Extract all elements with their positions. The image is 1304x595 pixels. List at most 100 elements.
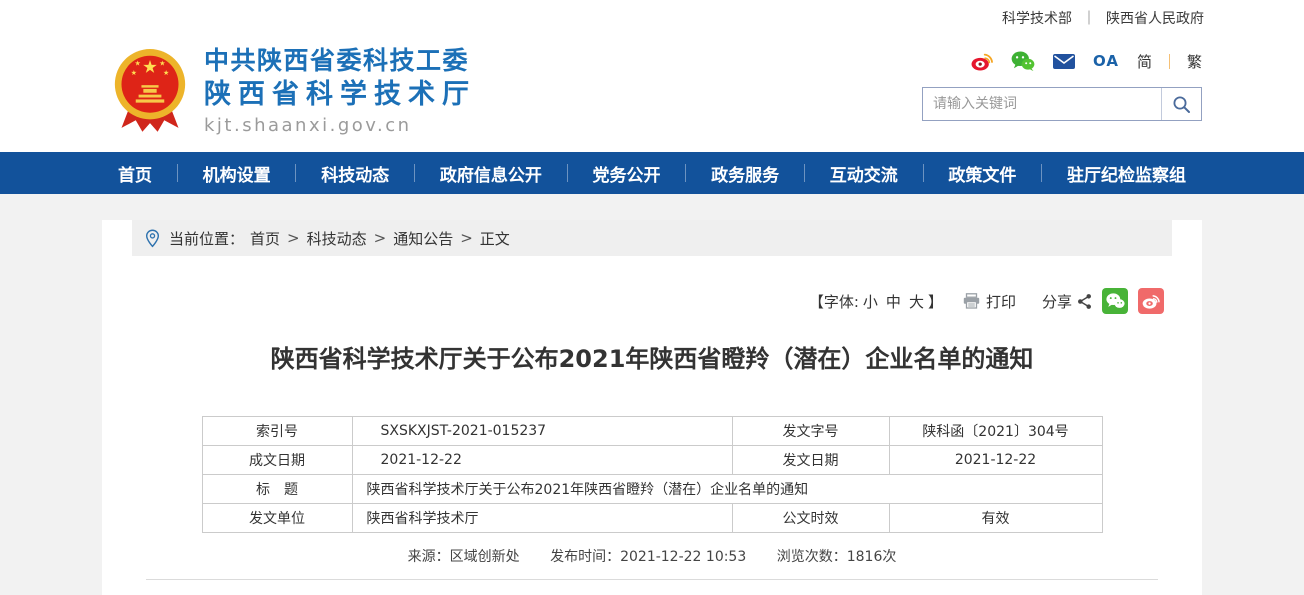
share-weibo-button[interactable] xyxy=(1138,288,1164,314)
breadcrumb-home[interactable]: 首页 xyxy=(250,228,280,249)
breadcrumb-news[interactable]: 科技动态 xyxy=(307,228,367,249)
font-size-large[interactable]: 大 xyxy=(909,291,924,312)
meta-value-issuing-org: 陕西省科学技术厅 xyxy=(351,503,733,533)
meta-label-doc-number: 发文字号 xyxy=(731,416,890,446)
meta-label-validity: 公文时效 xyxy=(731,503,890,533)
nav-divider xyxy=(176,164,178,182)
font-size-small[interactable]: 小 xyxy=(863,291,878,312)
share-control[interactable]: 分享 xyxy=(1042,291,1092,312)
top-links-separator: ｜ xyxy=(1082,11,1096,27)
views-value: 1816次 xyxy=(846,549,897,565)
table-row: 成文日期 2021-12-22 发文日期 2021-12-22 xyxy=(201,445,1103,475)
meta-value-doc-number: 陕科函〔2021〕304号 xyxy=(888,416,1103,446)
main-nav: 首页 机构设置 科技动态 政府信息公开 党务公开 政务服务 互动交流 政策文件 … xyxy=(0,152,1304,194)
header-right-tools: OA 简 ｜ 繁 xyxy=(922,46,1202,121)
meta-label-title: 标 题 xyxy=(201,474,353,504)
org-name-line1: 中共陕西省委科技工委 xyxy=(204,46,470,75)
share-label: 分享 xyxy=(1041,292,1072,311)
article-source-row: 来源：区域创新处 发布时间：2021-12-22 10:53 浏览次数：1816… xyxy=(102,546,1202,566)
wechat-share-icon xyxy=(1105,293,1125,308)
source-value: 区域创新处 xyxy=(449,549,520,565)
breadcrumb-current: 正文 xyxy=(479,229,510,248)
publish-time-value: 2021-12-22 10:53 xyxy=(620,549,747,565)
meta-label-issuing-org: 发文单位 xyxy=(201,503,353,533)
table-row: 索引号 SXSKXJST-2021-015237 发文字号 陕科函〔2021〕3… xyxy=(201,416,1103,446)
main-content: 当前位置： 首页 > 科技动态 > 通知公告 > 正文 【字体: 小 中 大 】… xyxy=(102,220,1202,595)
source-label: 来源： xyxy=(407,549,450,565)
nav-item-gov-info[interactable]: 政府信息公开 xyxy=(440,161,542,186)
site-logo[interactable]: 中共陕西省委科技工委 陕西省科学技术厅 kjt.shaanxi.gov.cn xyxy=(112,42,476,139)
font-size-medium[interactable]: 中 xyxy=(886,291,901,312)
oa-link[interactable]: OA xyxy=(1093,52,1119,70)
font-size-suffix: 】 xyxy=(927,292,943,311)
meta-label-issue-date: 发文日期 xyxy=(731,445,890,475)
search-box xyxy=(922,87,1202,121)
breadcrumb-separator: > xyxy=(460,229,473,247)
publish-time-label: 发布时间： xyxy=(550,549,621,565)
nav-item-interaction[interactable]: 互动交流 xyxy=(830,161,898,186)
share-icon xyxy=(1078,293,1091,309)
document-meta-table: 索引号 SXSKXJST-2021-015237 发文字号 陕科函〔2021〕3… xyxy=(201,416,1103,533)
meta-label-written-date: 成文日期 xyxy=(201,445,353,475)
nav-item-services[interactable]: 政务服务 xyxy=(711,161,779,186)
source-group: 来源：区域创新处 xyxy=(408,549,520,565)
weibo-share-icon xyxy=(1142,295,1160,309)
publish-time-group: 发布时间：2021-12-22 10:53 xyxy=(550,549,746,565)
quick-icons-row: OA 简 ｜ 繁 xyxy=(922,46,1202,76)
meta-label-index: 索引号 xyxy=(201,416,353,446)
location-pin-icon xyxy=(145,229,160,247)
org-name-line2: 陕西省科学技术厅 xyxy=(204,79,476,110)
site-url: kjt.shaanxi.gov.cn xyxy=(204,115,412,136)
link-most[interactable]: 科学技术部 xyxy=(1002,8,1072,28)
nav-item-discipline[interactable]: 驻厅纪检监察组 xyxy=(1067,161,1186,186)
nav-divider xyxy=(922,164,924,182)
meta-value-written-date: 2021-12-22 xyxy=(351,445,733,475)
article-divider xyxy=(146,579,1158,580)
nav-divider xyxy=(566,164,568,182)
meta-value-index: SXSKXJST-2021-015237 xyxy=(351,416,733,446)
meta-value-validity: 有效 xyxy=(888,503,1103,533)
search-input[interactable] xyxy=(923,88,1161,120)
lang-separator: ｜ xyxy=(1161,52,1177,71)
views-group: 浏览次数：1816次 xyxy=(777,549,897,565)
nav-item-party[interactable]: 党务公开 xyxy=(593,161,661,186)
article-title: 陕西省科学技术厅关于公布2021年陕西省瞪羚（潜在）企业名单的通知 xyxy=(270,345,1034,373)
nav-divider xyxy=(295,164,297,182)
national-emblem-icon xyxy=(114,49,186,132)
search-button[interactable] xyxy=(1161,88,1201,120)
nav-divider xyxy=(414,164,416,182)
breadcrumb-label: 当前位置： xyxy=(169,229,245,248)
meta-value-issue-date: 2021-12-22 xyxy=(888,445,1103,475)
breadcrumb-separator: > xyxy=(373,229,387,247)
brand-text: 中共陕西省委科技工委 陕西省科学技术厅 kjt.shaanxi.gov.cn xyxy=(204,42,476,139)
font-size-control: 【字体: 小 中 大 】 xyxy=(809,291,943,312)
nav-item-news[interactable]: 科技动态 xyxy=(321,161,389,186)
printer-icon xyxy=(963,293,980,309)
table-row: 标 题 陕西省科学技术厅关于公布2021年陕西省瞪羚（潜在）企业名单的通知 xyxy=(201,474,1103,504)
views-label: 浏览次数： xyxy=(776,549,847,565)
breadcrumb-notices[interactable]: 通知公告 xyxy=(393,228,453,249)
nav-item-orgs[interactable]: 机构设置 xyxy=(203,161,271,186)
site-header: 中共陕西省委科技工委 陕西省科学技术厅 kjt.shaanxi.gov.cn O… xyxy=(0,36,1304,152)
breadcrumb: 当前位置： 首页 > 科技动态 > 通知公告 > 正文 xyxy=(132,220,1172,256)
print-button[interactable]: 打印 xyxy=(963,291,1016,312)
weibo-icon[interactable] xyxy=(971,51,993,71)
wechat-icon[interactable] xyxy=(1011,51,1035,71)
nav-item-policies[interactable]: 政策文件 xyxy=(948,161,1016,186)
lang-simplified[interactable]: 简 xyxy=(1137,51,1152,72)
share-wechat-button[interactable] xyxy=(1102,288,1128,314)
breadcrumb-separator: > xyxy=(287,229,300,247)
meta-value-title: 陕西省科学技术厅关于公布2021年陕西省瞪羚（潜在）企业名单的通知 xyxy=(351,474,1103,504)
nav-divider xyxy=(1041,164,1043,182)
top-links-bar: 科学技术部 ｜ 陕西省人民政府 xyxy=(0,0,1304,36)
nav-divider xyxy=(685,164,687,182)
nav-item-home[interactable]: 首页 xyxy=(118,161,152,186)
lang-traditional[interactable]: 繁 xyxy=(1187,51,1202,72)
font-size-prefix: 【字体: xyxy=(808,292,859,311)
print-label: 打印 xyxy=(985,292,1016,311)
link-shaanxi-gov[interactable]: 陕西省人民政府 xyxy=(1106,8,1204,28)
article-tools-row: 【字体: 小 中 大 】 打印 分享 xyxy=(102,288,1202,314)
search-icon xyxy=(1173,96,1190,113)
nav-divider xyxy=(803,164,805,182)
mail-icon[interactable] xyxy=(1052,53,1075,69)
